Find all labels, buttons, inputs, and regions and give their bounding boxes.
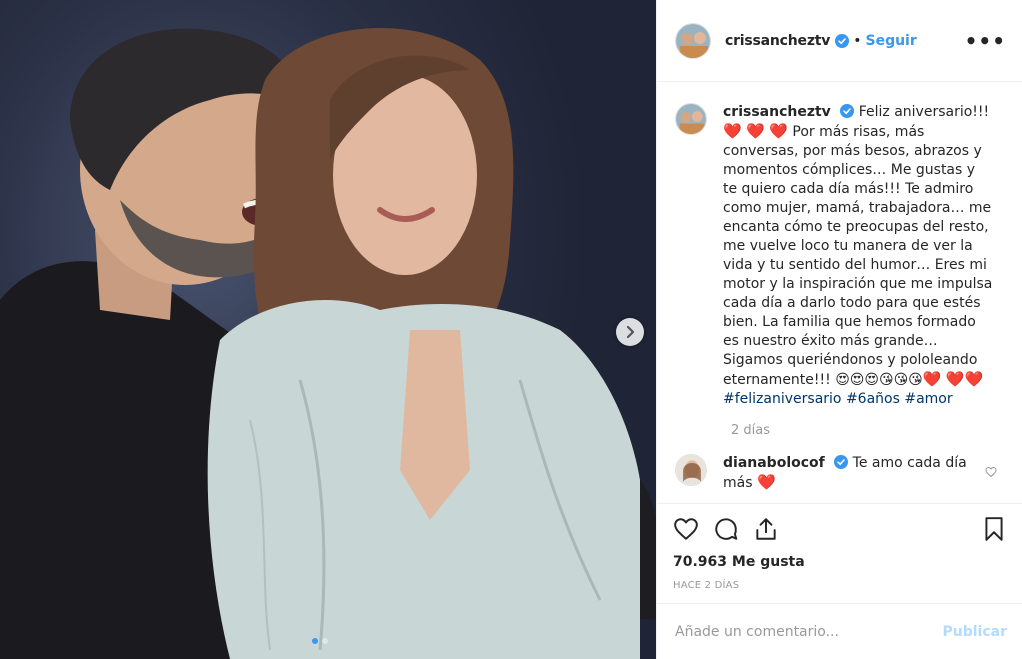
posted-time[interactable]: HACE 2 DÍAS (673, 580, 1007, 591)
action-icons (673, 512, 1007, 546)
comment-icon[interactable] (713, 516, 739, 542)
verified-icon (835, 33, 850, 48)
chevron-right-icon (626, 325, 635, 339)
caption-avatar[interactable] (675, 103, 707, 135)
comment-like-icon[interactable] (985, 466, 997, 481)
hashtag-link[interactable]: #amor (904, 391, 952, 407)
caption-text: crissancheztv Feliz aniversario!!! ❤️ ❤️… (723, 103, 993, 409)
comment-input[interactable] (675, 623, 943, 640)
add-comment-bar: Publicar (657, 603, 1022, 659)
follow-button[interactable]: Seguir (865, 33, 916, 49)
caption: crissancheztv Feliz aniversario!!! ❤️ ❤️… (657, 83, 1022, 409)
post-photo[interactable] (0, 0, 656, 659)
hashtag-link[interactable]: #felizaniversario (723, 391, 841, 407)
bookmark-icon[interactable] (981, 516, 1007, 542)
avatar-image (676, 455, 706, 485)
caption-text-part-2: Por más risas, más conversas, por más be… (723, 124, 993, 388)
comment-avatar[interactable] (675, 454, 707, 486)
verified-icon (834, 455, 849, 469)
heart-emoji: ❤️ (922, 370, 942, 388)
comment-text: dianabolocof Te amo cada día más ❤️ (723, 454, 968, 493)
header-separator: • (853, 32, 862, 49)
caption-emojis: 😍😍😍😘😘😘 (835, 372, 923, 388)
comments-section[interactable]: crissancheztv Feliz aniversario!!! ❤️ ❤️… (657, 83, 1022, 503)
caption-text-part-1: Feliz aniversario!!! (858, 104, 990, 120)
post-header: crissancheztv • Seguir ••• (657, 0, 1022, 82)
heart-emoji: ❤️ (723, 122, 742, 140)
avatar-image (676, 23, 710, 58)
caption-username[interactable]: crissancheztv (723, 104, 831, 120)
avatar[interactable] (675, 22, 711, 59)
heart-icon[interactable] (673, 516, 699, 542)
heart-emoji: ❤️ (945, 370, 965, 388)
avatar-image (676, 104, 706, 134)
heart-emoji: ❤️ (769, 122, 788, 140)
verified-icon (840, 104, 855, 118)
header-username[interactable]: crissancheztv (725, 33, 830, 49)
caption-time[interactable]: 2 días (731, 423, 1022, 438)
carousel-dots (312, 638, 328, 644)
comment-username[interactable]: dianabolocof (723, 455, 825, 471)
post-panel: crissancheztv • Seguir ••• crissancheztv (656, 0, 1022, 659)
hashtag-link[interactable]: #6años (846, 391, 900, 407)
heart-emoji: ❤️ (746, 122, 765, 140)
next-slide-button[interactable] (616, 318, 644, 346)
heart-emoji: ❤️ (756, 473, 776, 491)
carousel-dot (322, 638, 328, 644)
heart-emoji: ❤️ (964, 370, 984, 388)
carousel-dot (312, 638, 318, 644)
publish-button[interactable]: Publicar (943, 624, 1008, 640)
heart-outline-icon (985, 466, 997, 478)
post-image (0, 27, 656, 659)
post-actions: 70.963 Me gusta HACE 2 DÍAS (657, 503, 1022, 591)
comment-item: dianabolocof Te amo cada día más ❤️ (657, 438, 1022, 493)
more-options-icon[interactable]: ••• (965, 29, 1006, 53)
likes-count[interactable]: 70.963 Me gusta (673, 554, 1007, 570)
share-icon[interactable] (753, 516, 779, 542)
